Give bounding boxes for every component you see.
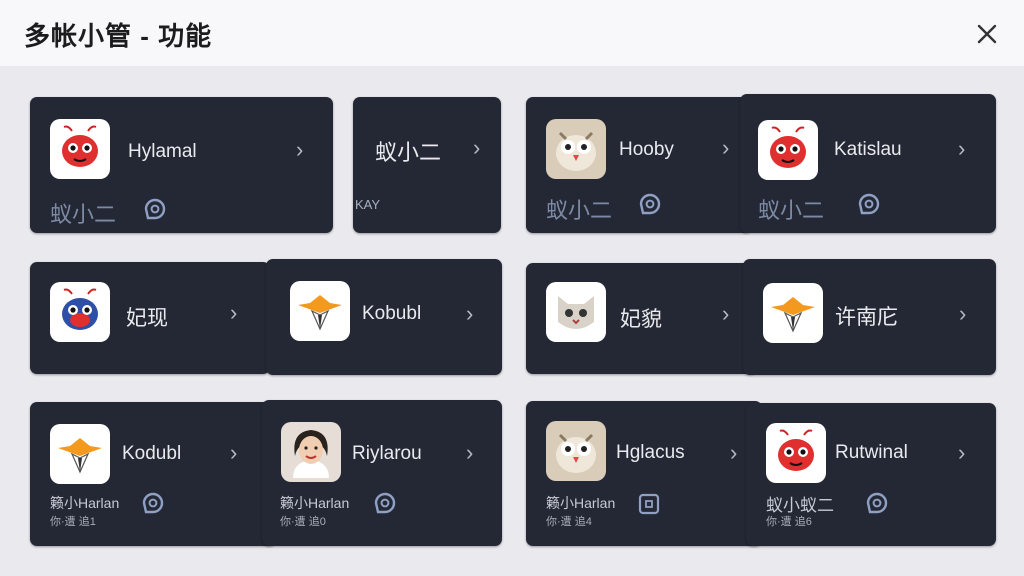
account-card[interactable]: Katislau › 蚁小二 <box>740 94 996 233</box>
account-name: Hylamal <box>128 141 197 162</box>
window-title: 多帐小管 - 功能 <box>24 21 213 51</box>
chevron-right-icon[interactable]: › <box>466 440 473 466</box>
account-card[interactable]: 许南庀 › <box>743 259 996 375</box>
fox-icon <box>290 281 350 341</box>
chevron-right-icon[interactable]: › <box>466 301 473 327</box>
account-name: 妃现 <box>126 307 168 330</box>
account-card[interactable]: Kodubl › 籁小Harlan 你·遭 追1 <box>30 402 276 546</box>
account-card[interactable]: 蚁小二 › KAY <box>353 97 501 233</box>
fox-icon <box>763 283 823 343</box>
account-sub-detail: 你·遭 追1 <box>50 516 96 528</box>
close-icon <box>977 24 997 44</box>
account-name: 许南庀 <box>835 306 898 329</box>
account-sub-detail: 你·遭 追4 <box>546 516 592 528</box>
account-name: Kodubl <box>122 443 182 464</box>
account-tag: KAY <box>355 197 381 212</box>
account-card[interactable]: Kobubl › <box>266 259 502 375</box>
account-name: 妃貌 <box>620 308 662 331</box>
red-ant-icon <box>50 119 110 179</box>
account-name: Hooby <box>619 139 674 160</box>
account-sub: 籁小Harlan <box>280 495 350 511</box>
link-badge-icon <box>866 492 888 514</box>
chevron-right-icon[interactable]: › <box>959 301 966 327</box>
red-ant-icon <box>766 423 826 483</box>
account-sub: 籁小Harlan <box>546 495 616 511</box>
account-name: Riylarou <box>352 443 422 464</box>
account-card[interactable]: 妃现 › <box>30 262 270 374</box>
account-card[interactable]: Hylamal › 蚁小二 <box>30 97 333 233</box>
account-sub-detail: 你·遭 追6 <box>766 516 812 528</box>
account-card[interactable]: 妃貌 › <box>526 263 758 374</box>
account-sub: 籁小Harlan <box>50 495 120 511</box>
account-sub: 蚁小二 <box>758 198 825 223</box>
chevron-right-icon[interactable]: › <box>958 136 965 162</box>
link-badge-icon <box>142 492 164 514</box>
account-name: 蚁小二 <box>375 140 442 165</box>
owl-icon <box>546 421 606 481</box>
account-name: Katislau <box>834 139 902 160</box>
owl-icon <box>546 119 606 179</box>
account-card[interactable]: Hglacus › 籁小Harlan 你·遭 追4 <box>526 401 762 546</box>
link-badge-icon <box>144 198 166 220</box>
close-button[interactable] <box>970 17 1004 51</box>
chevron-right-icon[interactable]: › <box>296 137 303 163</box>
link-badge-icon <box>374 492 396 514</box>
red-ant-icon <box>758 120 818 180</box>
account-sub: 蚁小二 <box>50 202 117 227</box>
account-sub: 蚁小二 <box>546 198 613 223</box>
blue-ant-icon <box>50 282 110 342</box>
link-badge-icon <box>638 493 660 515</box>
account-card[interactable]: Rutwinal › 蚁小蚁二 你·遭 追6 <box>746 403 996 546</box>
chevron-right-icon[interactable]: › <box>473 135 480 161</box>
account-card[interactable]: Hooby › 蚁小二 <box>526 97 752 233</box>
link-badge-icon <box>858 193 880 215</box>
link-badge-icon <box>639 193 661 215</box>
account-sub-detail: 你·遭 追0 <box>280 516 326 528</box>
account-name: Hglacus <box>616 442 685 463</box>
chevron-right-icon[interactable]: › <box>722 301 729 327</box>
account-name: Rutwinal <box>835 442 908 463</box>
chevron-right-icon[interactable]: › <box>958 440 965 466</box>
title-bar: 多帐小管 - 功能 <box>0 0 1024 66</box>
account-card[interactable]: Riylarou › 籁小Harlan 你·遭 追0 <box>262 400 502 546</box>
cat-icon <box>546 282 606 342</box>
fox-icon <box>50 424 110 484</box>
chevron-right-icon[interactable]: › <box>230 300 237 326</box>
chevron-right-icon[interactable]: › <box>722 135 729 161</box>
account-name: Kobubl <box>362 303 422 324</box>
person-avatar <box>281 422 341 482</box>
chevron-right-icon[interactable]: › <box>730 440 737 466</box>
chevron-right-icon[interactable]: › <box>230 440 237 466</box>
